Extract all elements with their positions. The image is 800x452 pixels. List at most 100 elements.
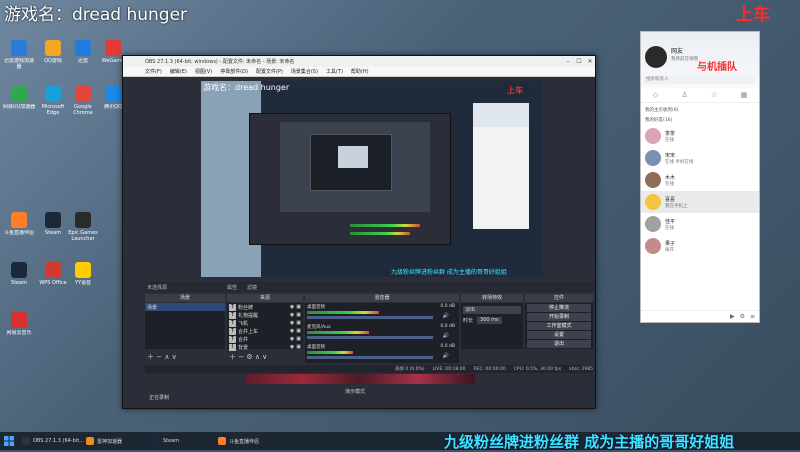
- desktop-icon[interactable]: 网易云音乐: [2, 310, 36, 354]
- mixer-channel[interactable]: 桌面音频 0.0 dB 🔊: [305, 303, 459, 323]
- controls-dock[interactable]: 停止推流 开始录制 工作室模式 设置 退出: [525, 303, 593, 349]
- speaker-icon[interactable]: 🔊: [443, 353, 449, 359]
- contacts-icon[interactable]: ♙: [681, 91, 687, 99]
- desktop-icon[interactable]: 斗鱼直播伴侣: [2, 210, 36, 254]
- duration-input[interactable]: 300 ms: [477, 317, 502, 324]
- qq-contact[interactable]: 佳平 在线: [641, 213, 759, 235]
- visibility-icon[interactable]: ◉: [290, 304, 294, 310]
- settings-button[interactable]: 设置: [527, 331, 591, 339]
- close-icon[interactable]: ✕: [585, 56, 595, 67]
- lock-icon[interactable]: ▣: [296, 304, 301, 310]
- visibility-icon[interactable]: ◉: [290, 312, 294, 318]
- message-icon[interactable]: ◇: [653, 91, 658, 99]
- speaker-icon[interactable]: 🔊: [443, 333, 449, 339]
- source-item[interactable]: I 背景 ◉ ▣: [227, 343, 303, 351]
- source-item[interactable]: T 粉丝牌 ◉ ▣: [227, 303, 303, 311]
- menu-file[interactable]: 文件(F): [145, 68, 162, 75]
- contact-name: 喜喜: [665, 196, 676, 203]
- qq-contact[interactable]: 茶茶 在线: [641, 125, 759, 147]
- source-type-icon: T: [229, 303, 236, 311]
- preview-banner: 九级粉丝牌进粉丝群 成为主播的哥哥好姐姐: [391, 269, 507, 276]
- contact-status: 在线: [665, 181, 674, 187]
- mixer-channel[interactable]: 桌面音频 0.0 dB 🔊: [305, 343, 459, 363]
- stage-thumbnails: [245, 374, 475, 384]
- menu-profile[interactable]: 配置文件(P): [256, 68, 283, 75]
- qq-avatar[interactable]: [645, 46, 667, 68]
- qq-contact[interactable]: 木木 在线: [641, 169, 759, 191]
- desktop-icon[interactable]: Google Chrome: [66, 84, 100, 128]
- obs-titlebar[interactable]: OBS 27.1.3 (64-bit, windows) - 配置文件: 未命名…: [123, 56, 595, 67]
- desktop-icon[interactable]: 网易UU加速器: [2, 84, 36, 128]
- taskbar-douyu[interactable]: 斗鱼直播伴侣: [218, 434, 259, 448]
- mixer-channel[interactable]: 麦克风/Aux 0.0 dB 🔊: [305, 323, 459, 343]
- speaker-icon[interactable]: 🔊: [443, 313, 449, 319]
- scene-item[interactable]: 场景: [145, 303, 225, 311]
- exit-button[interactable]: 退出: [527, 340, 591, 348]
- start-recording-button[interactable]: 开始录制: [527, 313, 591, 321]
- mixer-dock[interactable]: 桌面音频 0.0 dB 🔊 麦克风/Aux 0.0 dB 🔊 桌面音频 0.0 dB 🔊: [305, 303, 459, 363]
- menu-tools[interactable]: 工具(T): [326, 68, 343, 75]
- qq-section-2[interactable]: 我的好友(16): [641, 115, 759, 125]
- scene-add-remove-icons[interactable]: ＋ − ∧ ∨: [147, 352, 177, 362]
- properties-button[interactable]: 属性: [227, 284, 237, 291]
- video-icon[interactable]: ▶: [730, 313, 735, 320]
- volume-slider[interactable]: [307, 316, 433, 319]
- menu-help[interactable]: 帮助(H): [351, 68, 369, 75]
- menu-icon[interactable]: ≡: [750, 313, 755, 320]
- qq-contact[interactable]: 喜喜 我在手机上: [641, 191, 759, 213]
- source-item[interactable]: T 合并 ◉ ▣: [227, 335, 303, 343]
- lock-icon[interactable]: ▣: [296, 320, 301, 326]
- settings-icon[interactable]: ⚙: [740, 313, 745, 320]
- desktop-icon[interactable]: Steam: [2, 260, 36, 304]
- filters-button[interactable]: 滤镜: [247, 284, 257, 291]
- qq-contact[interactable]: 果子 离开: [641, 235, 759, 257]
- stop-streaming-button[interactable]: 停止推流: [527, 304, 591, 312]
- avatar: [645, 238, 661, 254]
- scenes-dock[interactable]: 场景: [145, 303, 225, 349]
- qq-contact[interactable]: 宋宋 在线 手机在线: [641, 147, 759, 169]
- minimize-icon[interactable]: –: [563, 56, 573, 67]
- search-input[interactable]: 搜索联系人: [643, 76, 755, 84]
- desktop-icon[interactable]: 迅雷游戏加速器: [2, 38, 36, 82]
- qq-window[interactable]: 网友 我目前在线哦 与机插队 搜索联系人 ◇ ♙ ☆ ▦ 我的主页收到(6) 我…: [640, 31, 760, 323]
- menu-edit[interactable]: 编辑(E): [170, 68, 187, 75]
- desktop-icon[interactable]: Microsoft Edge: [36, 84, 70, 128]
- menu-view[interactable]: 视图(V): [195, 68, 212, 75]
- start-button[interactable]: [4, 434, 14, 448]
- visibility-icon[interactable]: ◉: [290, 320, 294, 326]
- studio-mode-button[interactable]: 工作室模式: [527, 322, 591, 330]
- source-item[interactable]: T 飞机 ◉ ▣: [227, 319, 303, 327]
- visibility-icon[interactable]: ◉: [290, 336, 294, 342]
- menu-docks[interactable]: 停靠部件(D): [220, 68, 248, 75]
- transition-type-select[interactable]: 淡出: [463, 306, 521, 314]
- desktop-icon[interactable]: YY语音: [66, 260, 100, 304]
- visibility-icon[interactable]: ◉: [290, 344, 294, 350]
- lock-icon[interactable]: ▣: [296, 312, 301, 318]
- source-item[interactable]: T 合并上车 ◉ ▣: [227, 327, 303, 335]
- taskbar-obs[interactable]: OBS 27.1.3 (64-bit...: [22, 434, 84, 448]
- sources-dock[interactable]: T 粉丝牌 ◉ ▣ T 礼物提醒 ◉ ▣ T 飞机 ◉ ▣ T 合并上车 ◉ ▣ T 合并 ◉ ▣ I 背景 ◉ ▣: [227, 303, 303, 351]
- apps-icon[interactable]: ▦: [741, 91, 748, 99]
- maximize-icon[interactable]: ☐: [574, 56, 584, 67]
- source-item[interactable]: T 礼物提醒 ◉ ▣: [227, 311, 303, 319]
- transitions-dock[interactable]: 淡出 时长 300 ms: [461, 303, 523, 349]
- taskbar-leishen[interactable]: 雷神加速器: [86, 434, 122, 448]
- desktop-icon[interactable]: Steam: [36, 210, 70, 254]
- obs-window[interactable]: OBS 27.1.3 (64-bit, windows) - 配置文件: 未命名…: [122, 55, 596, 409]
- desktop-icon[interactable]: WPS Office: [36, 260, 70, 304]
- volume-slider[interactable]: [307, 336, 433, 339]
- desktop-icon[interactable]: Epic Games Launcher: [66, 210, 100, 254]
- volume-slider[interactable]: [307, 356, 433, 359]
- visibility-icon[interactable]: ◉: [290, 328, 294, 334]
- qq-section-1[interactable]: 我的主页收到(6): [641, 103, 759, 115]
- obs-preview-canvas[interactable]: 游戏名：dread hunger 上车 九级粉丝牌进粉丝群 成为主播的哥哥好姐姐: [201, 81, 543, 277]
- lock-icon[interactable]: ▣: [296, 336, 301, 342]
- desktop-icon[interactable]: QQ游戏: [36, 38, 70, 82]
- lock-icon[interactable]: ▣: [296, 344, 301, 350]
- lock-icon[interactable]: ▣: [296, 328, 301, 334]
- taskbar-steam[interactable]: Steam: [152, 434, 179, 448]
- space-icon[interactable]: ☆: [711, 91, 717, 99]
- source-add-remove-icons[interactable]: ＋ − ⚙ ∧ ∨: [229, 352, 267, 362]
- menu-scene-collection[interactable]: 场景集合(S): [291, 68, 318, 75]
- desktop-icon[interactable]: 迅雷: [66, 38, 100, 82]
